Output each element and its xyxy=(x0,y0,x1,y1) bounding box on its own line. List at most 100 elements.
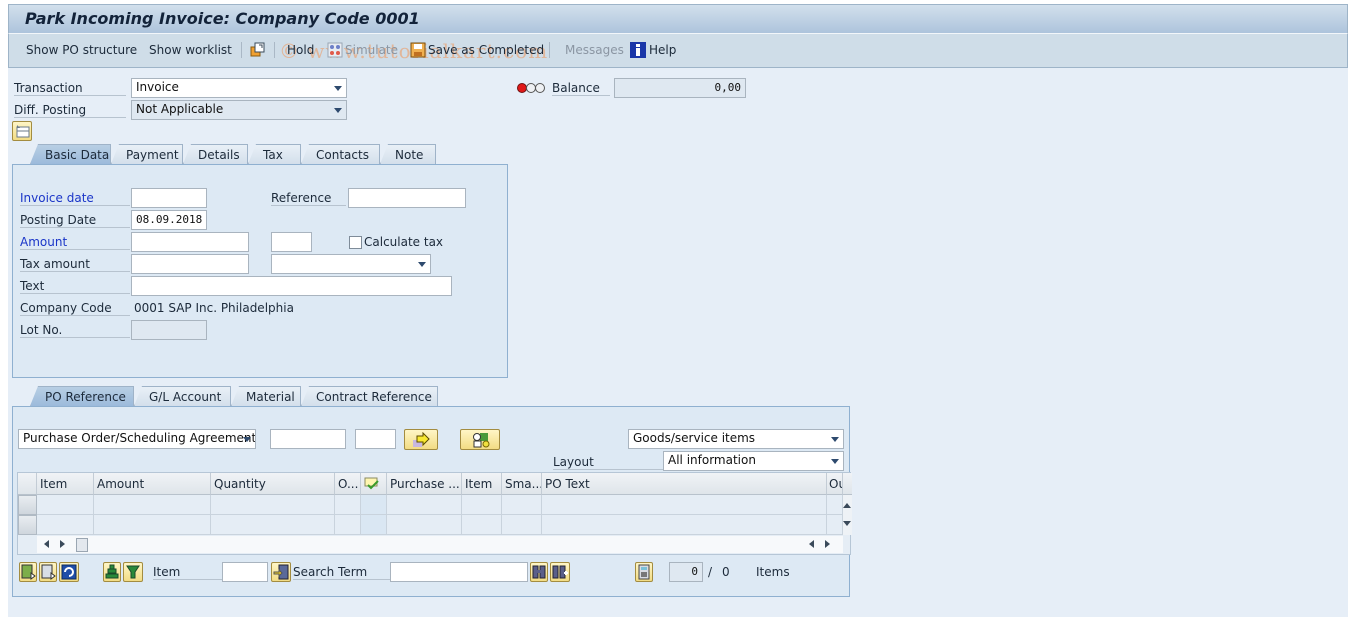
grid-cell[interactable] xyxy=(387,495,462,515)
tab-contacts[interactable]: Contacts xyxy=(301,144,380,164)
amount-input[interactable] xyxy=(131,232,249,252)
grid-cell[interactable] xyxy=(462,515,502,535)
select-all-button[interactable] xyxy=(19,562,37,582)
help-icon xyxy=(630,42,646,61)
tab-material[interactable]: Material xyxy=(231,386,301,406)
grid-cell[interactable] xyxy=(335,515,361,535)
messages-button[interactable]: Messages xyxy=(565,43,624,57)
grid-cell[interactable] xyxy=(211,515,335,535)
toggle-header-button[interactable] xyxy=(12,121,32,141)
posting-date-input[interactable]: 08.09.2018 xyxy=(131,210,207,230)
transaction-label: Transaction xyxy=(14,81,126,96)
grid-cell[interactable] xyxy=(361,495,387,515)
grid-cell[interactable] xyxy=(542,515,827,535)
simulate-button[interactable]: Simulate xyxy=(345,43,398,57)
tab-contract-reference[interactable]: Contract Reference xyxy=(301,386,438,406)
grid-cell[interactable] xyxy=(94,495,211,515)
text-input[interactable] xyxy=(131,276,452,296)
scroll-thumb[interactable] xyxy=(76,538,88,552)
upper-tab-strip: Basic Data Payment Details Tax Contacts … xyxy=(30,144,440,164)
tab-details[interactable]: Details xyxy=(183,144,248,164)
column-header-order-unit[interactable]: O... xyxy=(335,473,361,495)
grid-cell[interactable] xyxy=(542,495,827,515)
grid-cell[interactable] xyxy=(827,495,843,515)
grid-settings-corner[interactable] xyxy=(843,473,852,495)
column-header-purchase-order[interactable]: Purchase ... xyxy=(387,473,462,495)
deselect-all-button[interactable] xyxy=(39,562,57,582)
layout-select[interactable]: All information xyxy=(663,451,844,471)
transaction-select[interactable]: Invoice xyxy=(131,78,347,98)
grid-cell[interactable] xyxy=(335,495,361,515)
column-header-amount[interactable]: Amount xyxy=(94,473,211,495)
help-button[interactable]: Help xyxy=(649,43,676,57)
tab-tax[interactable]: Tax xyxy=(248,144,301,164)
grid-cell[interactable] xyxy=(462,495,502,515)
currency-input[interactable] xyxy=(271,232,312,252)
vertical-scrollbar[interactable] xyxy=(843,495,852,535)
calculator-button[interactable] xyxy=(635,562,653,582)
grid-cell[interactable] xyxy=(211,495,335,515)
tab-payment[interactable]: Payment xyxy=(111,144,183,164)
tab-gl-account[interactable]: G/L Account xyxy=(134,386,231,406)
search-term-input[interactable] xyxy=(390,562,528,582)
other-invoice-icon[interactable] xyxy=(250,42,266,61)
go-to-item-button[interactable] xyxy=(271,562,291,582)
items-grid: Item Amount Quantity O... Purchase ... I… xyxy=(17,472,852,555)
posting-date-label: Posting Date xyxy=(20,213,130,228)
calculate-tax-checkbox[interactable] xyxy=(349,236,362,249)
show-po-structure-button[interactable]: Show PO structure xyxy=(26,43,137,57)
footer-item-input[interactable] xyxy=(222,562,268,582)
tab-po-reference[interactable]: PO Reference xyxy=(30,386,134,406)
item-type-select[interactable]: Goods/service items xyxy=(628,429,844,449)
column-header-po-item[interactable]: Item xyxy=(462,473,502,495)
tax-code-select[interactable] xyxy=(271,254,431,274)
grid-cell[interactable] xyxy=(502,495,542,515)
save-as-completed-button[interactable]: Save as Completed xyxy=(428,43,544,57)
transfer-button[interactable] xyxy=(404,429,438,450)
grid-cell[interactable] xyxy=(37,495,94,515)
refresh-button[interactable] xyxy=(59,562,79,582)
filter-button[interactable] xyxy=(123,562,143,582)
diff-posting-select[interactable]: Not Applicable xyxy=(131,100,347,120)
grid-cell[interactable] xyxy=(361,515,387,535)
tab-basic-data[interactable]: Basic Data xyxy=(30,144,111,164)
row-selector[interactable] xyxy=(18,495,37,515)
horizontal-scrollbar[interactable] xyxy=(37,536,843,553)
tax-amount-input[interactable] xyxy=(131,254,249,274)
grid-cell[interactable] xyxy=(387,515,462,535)
grid-cell[interactable] xyxy=(94,515,211,535)
sort-ascending-button[interactable] xyxy=(103,562,121,582)
scroll-left-icon[interactable] xyxy=(809,540,814,548)
chevron-down-icon xyxy=(334,86,342,91)
scroll-left-icon[interactable] xyxy=(44,540,49,548)
column-header-small-difference[interactable]: Sma... xyxy=(502,473,542,495)
find-button[interactable] xyxy=(530,562,548,582)
tax-amount-label: Tax amount xyxy=(20,257,130,272)
po-number-input[interactable] xyxy=(270,429,346,449)
search-po-button[interactable] xyxy=(460,429,500,450)
reference-doc-type-select[interactable]: Purchase Order/Scheduling Agreement xyxy=(18,429,256,449)
scroll-up-icon[interactable] xyxy=(843,503,851,508)
hold-button[interactable]: Hold xyxy=(287,43,314,57)
tab-note[interactable]: Note xyxy=(380,144,436,164)
chevron-down-icon xyxy=(831,437,839,442)
scroll-right-icon[interactable] xyxy=(825,540,830,548)
column-header-outstanding[interactable]: Ou xyxy=(827,473,843,495)
column-header-status[interactable] xyxy=(361,473,387,495)
grid-select-all[interactable] xyxy=(18,473,37,495)
row-selector[interactable] xyxy=(18,515,37,535)
find-next-button[interactable] xyxy=(550,562,570,582)
balance-label: Balance xyxy=(552,81,610,96)
column-header-po-text[interactable]: PO Text xyxy=(542,473,827,495)
column-header-quantity[interactable]: Quantity xyxy=(211,473,335,495)
grid-cell[interactable] xyxy=(827,515,843,535)
reference-input[interactable] xyxy=(348,188,466,208)
column-header-item[interactable]: Item xyxy=(37,473,94,495)
po-item-input[interactable] xyxy=(355,429,396,449)
grid-cell[interactable] xyxy=(37,515,94,535)
scroll-down-icon[interactable] xyxy=(843,521,851,526)
grid-cell[interactable] xyxy=(502,515,542,535)
show-worklist-button[interactable]: Show worklist xyxy=(149,43,232,57)
invoice-date-input[interactable] xyxy=(131,188,207,208)
scroll-right-icon[interactable] xyxy=(60,540,65,548)
